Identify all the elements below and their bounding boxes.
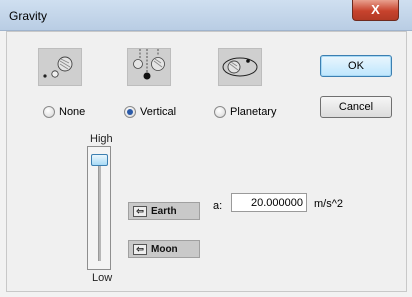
radio-none-label: None xyxy=(59,106,86,118)
left-arrow-icon: ⇦ xyxy=(133,243,147,255)
slider-high-label: High xyxy=(90,133,113,145)
acceleration-unit: m/s^2 xyxy=(314,198,343,210)
slider-low-label: Low xyxy=(92,272,113,284)
earth-preset-label: Earth xyxy=(151,205,177,217)
slider-thumb[interactable] xyxy=(91,154,108,167)
vertical-gravity-icon xyxy=(127,48,171,86)
radio-vertical[interactable]: Vertical xyxy=(124,104,176,120)
planetary-gravity-icon xyxy=(218,48,262,86)
close-button[interactable]: X xyxy=(352,0,399,21)
window-title: Gravity xyxy=(9,9,48,23)
gravity-strength-slider[interactable] xyxy=(87,146,111,270)
moon-preset-label: Moon xyxy=(151,243,178,255)
slider-track[interactable] xyxy=(98,157,101,261)
earth-preset-button[interactable]: ⇦ Earth xyxy=(128,202,200,220)
moon-preset-button[interactable]: ⇦ Moon xyxy=(128,240,200,258)
acceleration-field[interactable] xyxy=(231,193,307,212)
radio-vertical-button[interactable] xyxy=(124,106,136,118)
radio-planetary[interactable]: Planetary xyxy=(214,104,276,120)
radio-vertical-label: Vertical xyxy=(140,106,177,118)
close-icon: X xyxy=(371,2,380,17)
title-bar[interactable]: Gravity X xyxy=(0,0,412,31)
cancel-button[interactable]: Cancel xyxy=(320,96,392,118)
radio-planetary-label: Planetary xyxy=(230,106,277,118)
radio-none-button[interactable] xyxy=(43,106,55,118)
radio-none[interactable]: None xyxy=(43,104,85,120)
ok-button[interactable]: OK xyxy=(320,55,392,77)
left-arrow-icon: ⇦ xyxy=(133,205,147,217)
acceleration-label: a: xyxy=(213,200,223,212)
radio-planetary-button[interactable] xyxy=(214,106,226,118)
no-gravity-icon xyxy=(38,48,82,86)
